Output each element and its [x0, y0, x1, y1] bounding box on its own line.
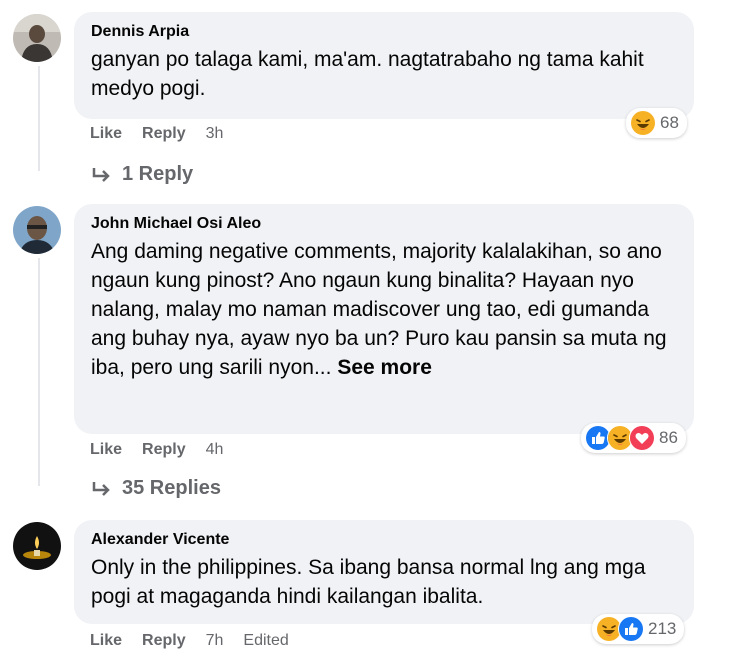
- reply-link[interactable]: Reply: [142, 632, 186, 649]
- comment-bubble: Alexander Vicente Only in the philippine…: [74, 520, 694, 624]
- reply-arrow-icon: [92, 167, 110, 182]
- reaction-count: 68: [660, 113, 679, 132]
- view-replies-link[interactable]: 35 Replies: [92, 477, 221, 500]
- like-link[interactable]: Like: [90, 441, 122, 458]
- comment-text: ganyan po talaga kami, ma'am. nagtatraba…: [91, 48, 644, 100]
- comment-text: Ang daming negative comments, majority k…: [91, 240, 667, 379]
- avatar[interactable]: [13, 206, 61, 254]
- reply-arrow-icon: [92, 481, 110, 496]
- comment-bubble: Dennis Arpia ganyan po talaga kami, ma'a…: [74, 12, 694, 119]
- comment-actions: Like Reply 7h Edited: [90, 632, 309, 650]
- comment-timestamp[interactable]: 4h: [206, 441, 224, 458]
- reaction-count: 213: [648, 619, 677, 638]
- comment-timestamp[interactable]: 3h: [206, 125, 224, 142]
- reaction-summary[interactable]: 213: [592, 614, 685, 644]
- comment-bubble: John Michael Osi Aleo Ang daming negativ…: [74, 204, 694, 434]
- comment-actions: Like Reply 3h: [90, 125, 243, 143]
- reaction-summary[interactable]: 68: [626, 108, 687, 138]
- view-replies-link[interactable]: 1 Reply: [92, 163, 193, 186]
- comment-author[interactable]: Alexander Vicente: [91, 530, 676, 550]
- comment-author[interactable]: Dennis Arpia: [91, 22, 676, 42]
- reply-link[interactable]: Reply: [142, 125, 186, 142]
- reaction-count: 86: [659, 428, 678, 447]
- thread-line: [38, 258, 40, 486]
- replies-label: 1 Reply: [122, 163, 194, 185]
- edited-label: Edited: [243, 632, 289, 649]
- comment-text: Only in the philippines. Sa ibang bansa …: [91, 556, 646, 608]
- reaction-summary[interactable]: 86: [581, 423, 686, 453]
- avatar[interactable]: [13, 522, 61, 570]
- comment-actions: Like Reply 4h: [90, 441, 243, 459]
- avatar[interactable]: [13, 14, 61, 62]
- reply-link[interactable]: Reply: [142, 441, 186, 458]
- haha-icon: [630, 110, 656, 136]
- comment-author[interactable]: John Michael Osi Aleo: [91, 214, 676, 234]
- like-link[interactable]: Like: [90, 125, 122, 142]
- see-more-link[interactable]: See more: [337, 356, 432, 379]
- thread-line: [38, 66, 40, 171]
- replies-label: 35 Replies: [122, 477, 221, 499]
- love-icon: [629, 425, 655, 451]
- like-icon: [618, 616, 644, 642]
- comment-timestamp[interactable]: 7h: [206, 632, 224, 649]
- like-link[interactable]: Like: [90, 632, 122, 649]
